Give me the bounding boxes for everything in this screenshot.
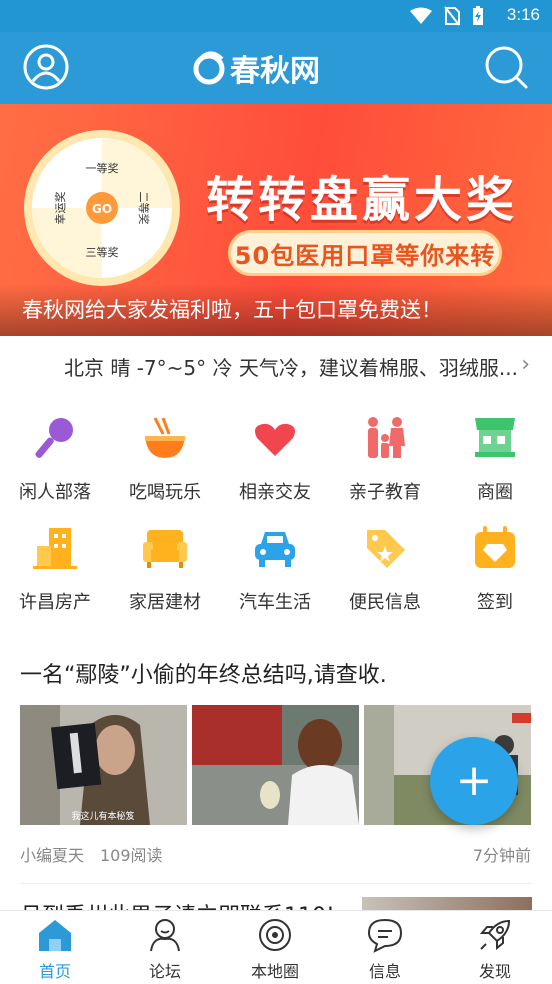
article-reads: 109阅读 [100,846,163,865]
category-item-qinzi[interactable]: 亲子教育 [330,410,440,510]
chevron-right-icon: › [521,352,530,377]
local-circle-icon [259,919,291,951]
no-sim-icon [444,6,460,26]
user-profile-button[interactable] [22,43,70,91]
app-bar: 春秋网 [0,32,552,104]
category-item-fangchan[interactable]: 许昌房产 [0,520,110,620]
category-item-xianren[interactable]: 闲人部落 [0,410,110,510]
wheel-prize-4: 幸运奖 [53,192,67,225]
banner-subline: 50包医用口罩等你来转 [228,230,502,276]
rocket-icon [479,919,511,951]
category-label: 家居建材 [129,592,201,613]
search-button[interactable] [482,43,530,91]
tab-home[interactable]: 首页 [0,911,110,984]
status-bar: 3:16 [0,0,552,32]
tab-label: 信息 [368,962,401,981]
category-label: 吃喝玩乐 [129,482,201,503]
wheel-center-label: GO [92,202,112,216]
article-thumbnail[interactable] [192,705,359,825]
weather-bar[interactable]: 北京 晴 -7°~5° 冷 天气冷，建议着棉服、羽绒服... › [0,336,552,394]
shop-stall-icon [475,418,515,457]
noodle-bowl-icon [145,417,185,458]
wheel-prize-2: 二等奖 [137,192,151,225]
category-item-jiaju[interactable]: 家居建材 [110,520,220,620]
weather-text: 北京 晴 -7°~5° 冷 天气冷，建议着棉服、羽绒服... [64,356,518,380]
add-post-button[interactable]: + [430,737,518,825]
microphone-icon [35,418,73,458]
wheel-prize-1: 一等奖 [86,161,119,175]
hearts-icon [255,423,295,456]
category-label: 商圈 [477,482,513,503]
battery-icon [473,6,483,25]
user-icon [23,44,69,90]
prize-wheel-icon: GO 一等奖 二等奖 三等奖 幸运奖 [24,130,180,286]
article-author: 小编夏天 [20,846,85,865]
article-thumbnail[interactable]: 我这儿有本秘笈 [20,705,187,825]
tab-messages[interactable]: 信息 [330,911,440,984]
thumbnail-image-1: 我这儿有本秘笈 [20,705,187,825]
status-icons [410,6,484,26]
app-logo: 春秋网 [192,48,320,89]
logo-icon [193,51,225,85]
category-item-qiche[interactable]: 汽车生活 [220,520,330,620]
tab-local-circle[interactable]: 本地圈 [220,911,330,984]
car-icon [255,532,295,567]
tab-label: 首页 [38,962,71,981]
bottom-tab-bar: 首页 论坛 本地圈 信息 发现 [0,910,552,983]
tab-discover[interactable]: 发现 [440,911,550,984]
category-item-chihe[interactable]: 吃喝玩乐 [110,410,220,510]
article-title[interactable]: 一名“鄢陵”小偷的年终总结吗,请查收. [20,657,387,689]
wheel-prize-3: 三等奖 [86,245,119,259]
banner-headline: 转转盘赢大奖 [206,172,519,228]
family-icon [368,417,405,458]
thumbnail-subtitle: 我这儿有本秘笈 [71,810,134,822]
logo-text: 春秋网 [230,54,320,89]
status-time: 3:16 [506,5,540,24]
category-item-qiandao[interactable]: 签到 [440,520,550,620]
tab-label: 发现 [478,962,511,981]
category-label: 签到 [477,592,513,613]
promo-banner[interactable]: GO 一等奖 二等奖 三等奖 幸运奖 转转盘赢大奖 50包医用口罩等你来转 春秋… [0,104,552,336]
calendar-diamond-icon [475,526,515,568]
thumbnail-image-2 [192,705,359,825]
message-icon [367,918,403,953]
next-article-thumbnail[interactable] [362,897,532,910]
category-label: 汽车生活 [239,592,311,613]
category-label: 亲子教育 [349,482,421,503]
category-item-bianmin[interactable]: 便民信息 [330,520,440,620]
category-item-shangquan[interactable]: 商圈 [440,410,550,510]
home-icon [39,920,71,951]
category-label: 闲人部落 [19,482,91,503]
next-article-title[interactable]: 月到禹州此男子请立即联系110! [20,898,335,910]
divider [20,883,532,884]
category-label: 相亲交友 [239,482,311,503]
sofa-icon [143,530,187,568]
banner-caption: 春秋网给大家发福利啦，五十包口罩免费送！ [22,298,442,322]
category-item-xiangqin[interactable]: 相亲交友 [220,410,330,510]
tab-label: 本地圈 [250,962,299,981]
forum-icon [150,919,180,952]
tab-label: 论坛 [148,962,181,981]
category-label: 许昌房产 [19,592,91,613]
tab-forum[interactable]: 论坛 [110,911,220,984]
search-icon [485,46,528,89]
article-time: 7分钟前 [472,846,531,865]
building-icon [33,528,77,569]
tag-icon [367,530,405,568]
wifi-icon [410,7,432,24]
category-label: 便民信息 [349,592,421,613]
